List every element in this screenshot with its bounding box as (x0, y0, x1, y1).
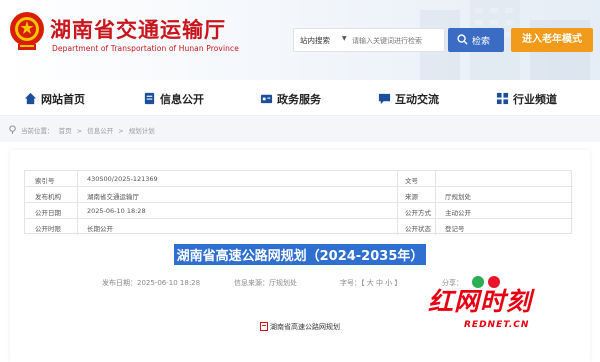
meta-value: 主动公开 (445, 209, 471, 217)
meta-value: 登记号 (445, 225, 465, 233)
document-icon (144, 92, 155, 105)
breadcrumb-link-info[interactable]: 信息公开 (87, 127, 113, 135)
nav-item-info-public[interactable]: 信息公开 (143, 90, 223, 108)
publish-date: 发布日期：2025-06-10 18:28 (102, 279, 201, 287)
search-box: 站内搜索 ▼ (293, 28, 445, 52)
breadcrumb: 当前位置： 首页 > 信息公开 > 规划计划 (0, 116, 600, 142)
chevron-down-icon[interactable]: ▼ (342, 35, 347, 42)
breadcrumb-separator: > (118, 127, 124, 135)
attachment-name: 湖南省高速公路网规划 (270, 323, 340, 331)
search-input[interactable] (352, 32, 442, 49)
nav-item-gov-service[interactable]: 政务服务 (260, 90, 340, 108)
site-title: 湖南省交通运输厅 (50, 18, 226, 42)
grid-icon (496, 92, 509, 105)
breadcrumb-link-home[interactable]: 首页 (59, 127, 72, 135)
search-icon (457, 34, 468, 45)
meta-row: 发布机构 湖南省交通运输厅 来源 厅规划处 (25, 187, 573, 203)
service-icon (260, 94, 273, 104)
meta-value: 湖南省交通运输厅 (87, 193, 139, 201)
meta-value: 430S00/2025-121369 (87, 175, 158, 183)
search-button[interactable]: 检索 (448, 28, 504, 52)
site-header: 湖南省交通运输厅 Department of Transportation of… (0, 0, 600, 80)
national-emblem-icon (10, 12, 44, 50)
font-size-switch[interactable]: 字号：【 大 中 小 】 (340, 278, 401, 288)
nav-label: 政务服务 (277, 93, 321, 106)
meta-label: 公开状态 (405, 225, 431, 233)
nav-label: 互动交流 (395, 93, 439, 106)
nav-item-industry[interactable]: 行业频道 (496, 90, 576, 108)
page: 湖南省交通运输厅 Department of Transportation of… (0, 0, 600, 362)
search-scope-select[interactable]: 站内搜索 (300, 35, 330, 46)
nav-item-home[interactable]: 网站首页 (24, 90, 104, 108)
meta-label: 公开日期 (35, 209, 61, 217)
breadcrumb-link-plan[interactable]: 规划计划 (129, 127, 155, 135)
meta-label: 文号 (405, 177, 418, 185)
nav-item-interaction[interactable]: 互动交流 (378, 90, 458, 108)
chat-icon (378, 93, 391, 105)
rednet-watermark: 红网时刻 REDNET.CN (428, 282, 588, 338)
breadcrumb-text: 当前位置： 首页 > 信息公开 > 规划计划 (21, 125, 158, 135)
watermark-domain: REDNET.CN (464, 320, 530, 330)
meta-label: 发布机构 (35, 193, 61, 201)
meta-value: 2025-06-10 18:28 (87, 207, 146, 215)
meta-value: 长期公开 (87, 225, 113, 233)
meta-label: 公开时限 (35, 225, 61, 233)
meta-row: 公开日期 2025-06-10 18:28 公开方式 主动公开 (25, 203, 573, 219)
article-title: 湖南省高速公路网规划（2024-2035年） (10, 244, 590, 265)
site-subtitle: Department of Transportation of Hunan Pr… (52, 44, 239, 53)
meta-row: 公开时限 长期公开 公开状态 登记号 (25, 219, 573, 235)
file-icon (260, 322, 268, 331)
location-icon (9, 125, 16, 134)
nav-label: 信息公开 (160, 93, 204, 106)
breadcrumb-separator: > (76, 127, 83, 135)
meta-label: 索引号 (35, 177, 55, 185)
main-nav: 网站首页 信息公开 政务服务 互动交流 行业频道 (0, 80, 600, 116)
watermark-logo: 红网时刻 (428, 287, 533, 316)
nav-label: 网站首页 (41, 93, 85, 106)
article-title-text: 湖南省高速公路网规划（2024-2035年） (173, 244, 427, 265)
search-button-label: 检索 (472, 37, 491, 47)
meta-label: 来源 (405, 193, 418, 201)
meta-value: 厅规划处 (445, 193, 471, 201)
elder-mode-button[interactable]: 进入老年模式 (511, 28, 593, 52)
meta-row: 索引号 430S00/2025-121369 文号 (25, 171, 573, 187)
info-source: 信息来源：厅规划处 (234, 279, 297, 287)
home-icon (24, 92, 37, 105)
meta-label: 公开方式 (405, 209, 431, 217)
breadcrumb-prefix: 当前位置： (21, 127, 54, 135)
meta-table: 索引号 430S00/2025-121369 文号 发布机构 湖南省交通运输厅 … (24, 170, 573, 235)
nav-label: 行业频道 (513, 93, 557, 106)
